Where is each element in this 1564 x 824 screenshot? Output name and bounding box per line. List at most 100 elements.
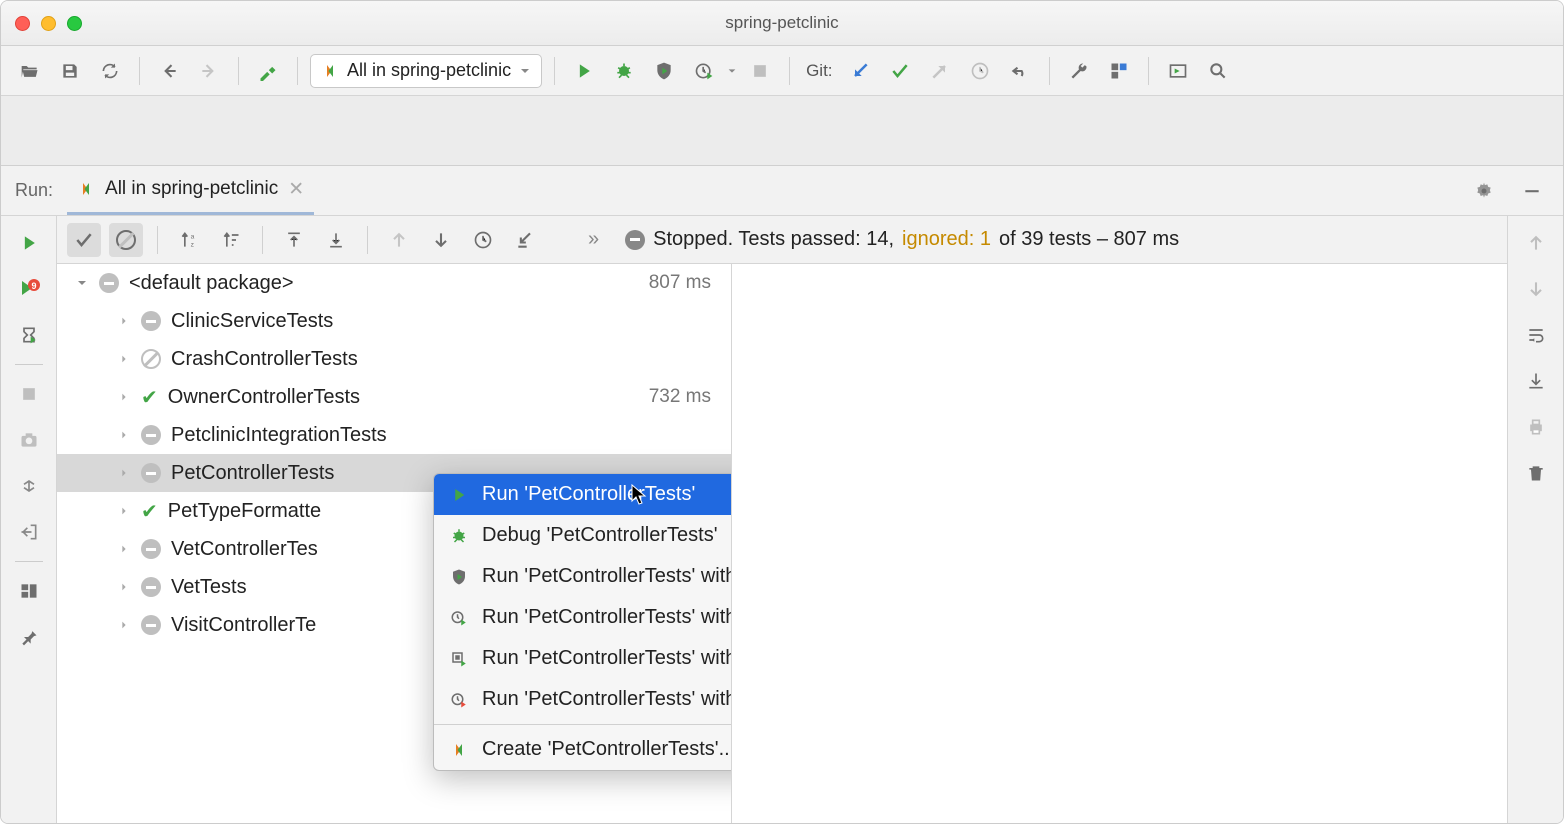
maximize-window-button[interactable] bbox=[67, 16, 82, 31]
chevron-right-icon[interactable] bbox=[117, 316, 131, 326]
menu-alloc-profiler[interactable]: Run 'PetControllerTests' with 'Allocatio… bbox=[434, 638, 732, 679]
import-button[interactable] bbox=[508, 223, 542, 257]
undo-icon bbox=[1010, 61, 1030, 81]
forward-button[interactable] bbox=[192, 54, 226, 88]
exit-button[interactable] bbox=[12, 515, 46, 549]
git-revert-button[interactable] bbox=[1003, 54, 1037, 88]
refresh-button[interactable] bbox=[93, 54, 127, 88]
sort-duration-button[interactable] bbox=[214, 223, 248, 257]
run-anything-button[interactable] bbox=[1161, 54, 1195, 88]
save-button[interactable] bbox=[53, 54, 87, 88]
clock-icon bbox=[970, 61, 990, 81]
stop-button[interactable] bbox=[743, 54, 777, 88]
tree-item-label: ClinicServiceTests bbox=[171, 310, 731, 333]
test-output[interactable] bbox=[732, 264, 1507, 823]
expand-button[interactable] bbox=[277, 223, 311, 257]
menu-label: Run 'PetControllerTests' with 'Allocatio… bbox=[482, 647, 732, 670]
git-pull-button[interactable] bbox=[843, 54, 877, 88]
panel-settings-button[interactable] bbox=[1467, 174, 1501, 208]
chevron-right-icon[interactable] bbox=[117, 430, 131, 440]
settings-button[interactable] bbox=[1062, 54, 1096, 88]
chevron-down-icon[interactable] bbox=[727, 66, 737, 76]
sort-button[interactable]: az bbox=[172, 223, 206, 257]
debug-button[interactable] bbox=[607, 54, 641, 88]
close-window-button[interactable] bbox=[15, 16, 30, 31]
scroll-to-end-button[interactable] bbox=[1519, 364, 1553, 398]
build-button[interactable] bbox=[251, 54, 285, 88]
pin-button[interactable] bbox=[12, 620, 46, 654]
more-indicator[interactable]: » bbox=[588, 228, 599, 251]
stopped-icon bbox=[625, 230, 645, 250]
history-button[interactable] bbox=[466, 223, 500, 257]
menu-jfr[interactable]: Run 'PetControllerTests' with 'Java Flig… bbox=[434, 679, 732, 720]
analyze-icon bbox=[19, 476, 39, 496]
tree-item[interactable]: ✔ OwnerControllerTests 732 ms bbox=[57, 378, 731, 416]
stop-tests-button[interactable] bbox=[12, 377, 46, 411]
menu-label: Run 'PetControllerTests' with 'CPU Profi… bbox=[482, 606, 732, 629]
menu-coverage[interactable]: Run 'PetControllerTests' with Coverage bbox=[434, 556, 732, 597]
tree-item[interactable]: ClinicServiceTests bbox=[57, 302, 731, 340]
menu-create[interactable]: Create 'PetControllerTests'... bbox=[434, 729, 732, 770]
chevron-right-icon[interactable] bbox=[117, 582, 131, 592]
left-toolbar: 9 bbox=[1, 216, 57, 823]
chevron-right-icon[interactable] bbox=[117, 468, 131, 478]
rerun-button[interactable] bbox=[12, 226, 46, 260]
dump-button[interactable] bbox=[12, 423, 46, 457]
git-history-button[interactable] bbox=[963, 54, 997, 88]
slash-icon bbox=[116, 230, 136, 250]
layout-button[interactable] bbox=[12, 574, 46, 608]
scroll-down-button[interactable] bbox=[1519, 272, 1553, 306]
project-structure-button[interactable] bbox=[1102, 54, 1136, 88]
arrow-up-icon bbox=[389, 230, 409, 250]
prev-button[interactable] bbox=[382, 223, 416, 257]
search-button[interactable] bbox=[1201, 54, 1235, 88]
collapse-button[interactable] bbox=[319, 223, 353, 257]
coverage-button[interactable] bbox=[647, 54, 681, 88]
chevron-right-icon[interactable] bbox=[117, 544, 131, 554]
play-icon bbox=[574, 61, 594, 81]
menu-label: Run 'PetControllerTests' with Coverage bbox=[482, 565, 732, 588]
profile-button[interactable] bbox=[687, 54, 721, 88]
menu-run[interactable]: Run 'PetControllerTests' ⌃⇧R bbox=[434, 474, 732, 515]
exit-icon bbox=[19, 522, 39, 542]
git-push-button[interactable] bbox=[923, 54, 957, 88]
minimize-panel-button[interactable] bbox=[1515, 174, 1549, 208]
menu-debug[interactable]: Debug 'PetControllerTests' ⌃⇧D bbox=[434, 515, 732, 556]
git-commit-button[interactable] bbox=[883, 54, 917, 88]
tree-item[interactable]: CrashControllerTests bbox=[57, 340, 731, 378]
minus-icon bbox=[99, 273, 119, 293]
test-tree[interactable]: <default package> 807 ms ClinicServiceTe… bbox=[57, 264, 732, 823]
toggle-autotest-button[interactable] bbox=[12, 318, 46, 352]
tree-item[interactable]: PetclinicIntegrationTests bbox=[57, 416, 731, 454]
chevron-right-icon[interactable] bbox=[117, 354, 131, 364]
folder-open-icon bbox=[20, 61, 40, 81]
back-button[interactable] bbox=[152, 54, 186, 88]
show-passed-button[interactable] bbox=[67, 223, 101, 257]
run-tab[interactable]: All in spring-petclinic ✕ bbox=[67, 166, 314, 215]
search-icon bbox=[1208, 61, 1228, 81]
show-ignored-button[interactable] bbox=[109, 223, 143, 257]
print-button[interactable] bbox=[1519, 410, 1553, 444]
camera-icon bbox=[19, 430, 39, 450]
check-icon: ✔ bbox=[141, 499, 158, 524]
rerun-failed-button[interactable]: 9 bbox=[12, 272, 46, 306]
clear-button[interactable] bbox=[1519, 456, 1553, 490]
run-config-selector[interactable]: All in spring-petclinic bbox=[310, 54, 542, 88]
gear-icon bbox=[1474, 181, 1494, 201]
close-tab-button[interactable]: ✕ bbox=[288, 178, 304, 201]
menu-cpu-profiler[interactable]: Run 'PetControllerTests' with 'CPU Profi… bbox=[434, 597, 732, 638]
next-button[interactable] bbox=[424, 223, 458, 257]
chevron-right-icon[interactable] bbox=[117, 392, 131, 402]
analyze-button[interactable] bbox=[12, 469, 46, 503]
minimize-window-button[interactable] bbox=[41, 16, 56, 31]
chevron-down-icon[interactable] bbox=[75, 277, 89, 289]
chevron-right-icon[interactable] bbox=[117, 506, 131, 516]
open-button[interactable] bbox=[13, 54, 47, 88]
scroll-up-button[interactable] bbox=[1519, 226, 1553, 260]
soft-wrap-button[interactable] bbox=[1519, 318, 1553, 352]
run-button[interactable] bbox=[567, 54, 601, 88]
ide-window: spring-petclinic All in spring-petclinic bbox=[0, 0, 1564, 824]
tree-root[interactable]: <default package> 807 ms bbox=[57, 264, 731, 302]
right-toolbar bbox=[1507, 216, 1563, 823]
chevron-right-icon[interactable] bbox=[117, 620, 131, 630]
